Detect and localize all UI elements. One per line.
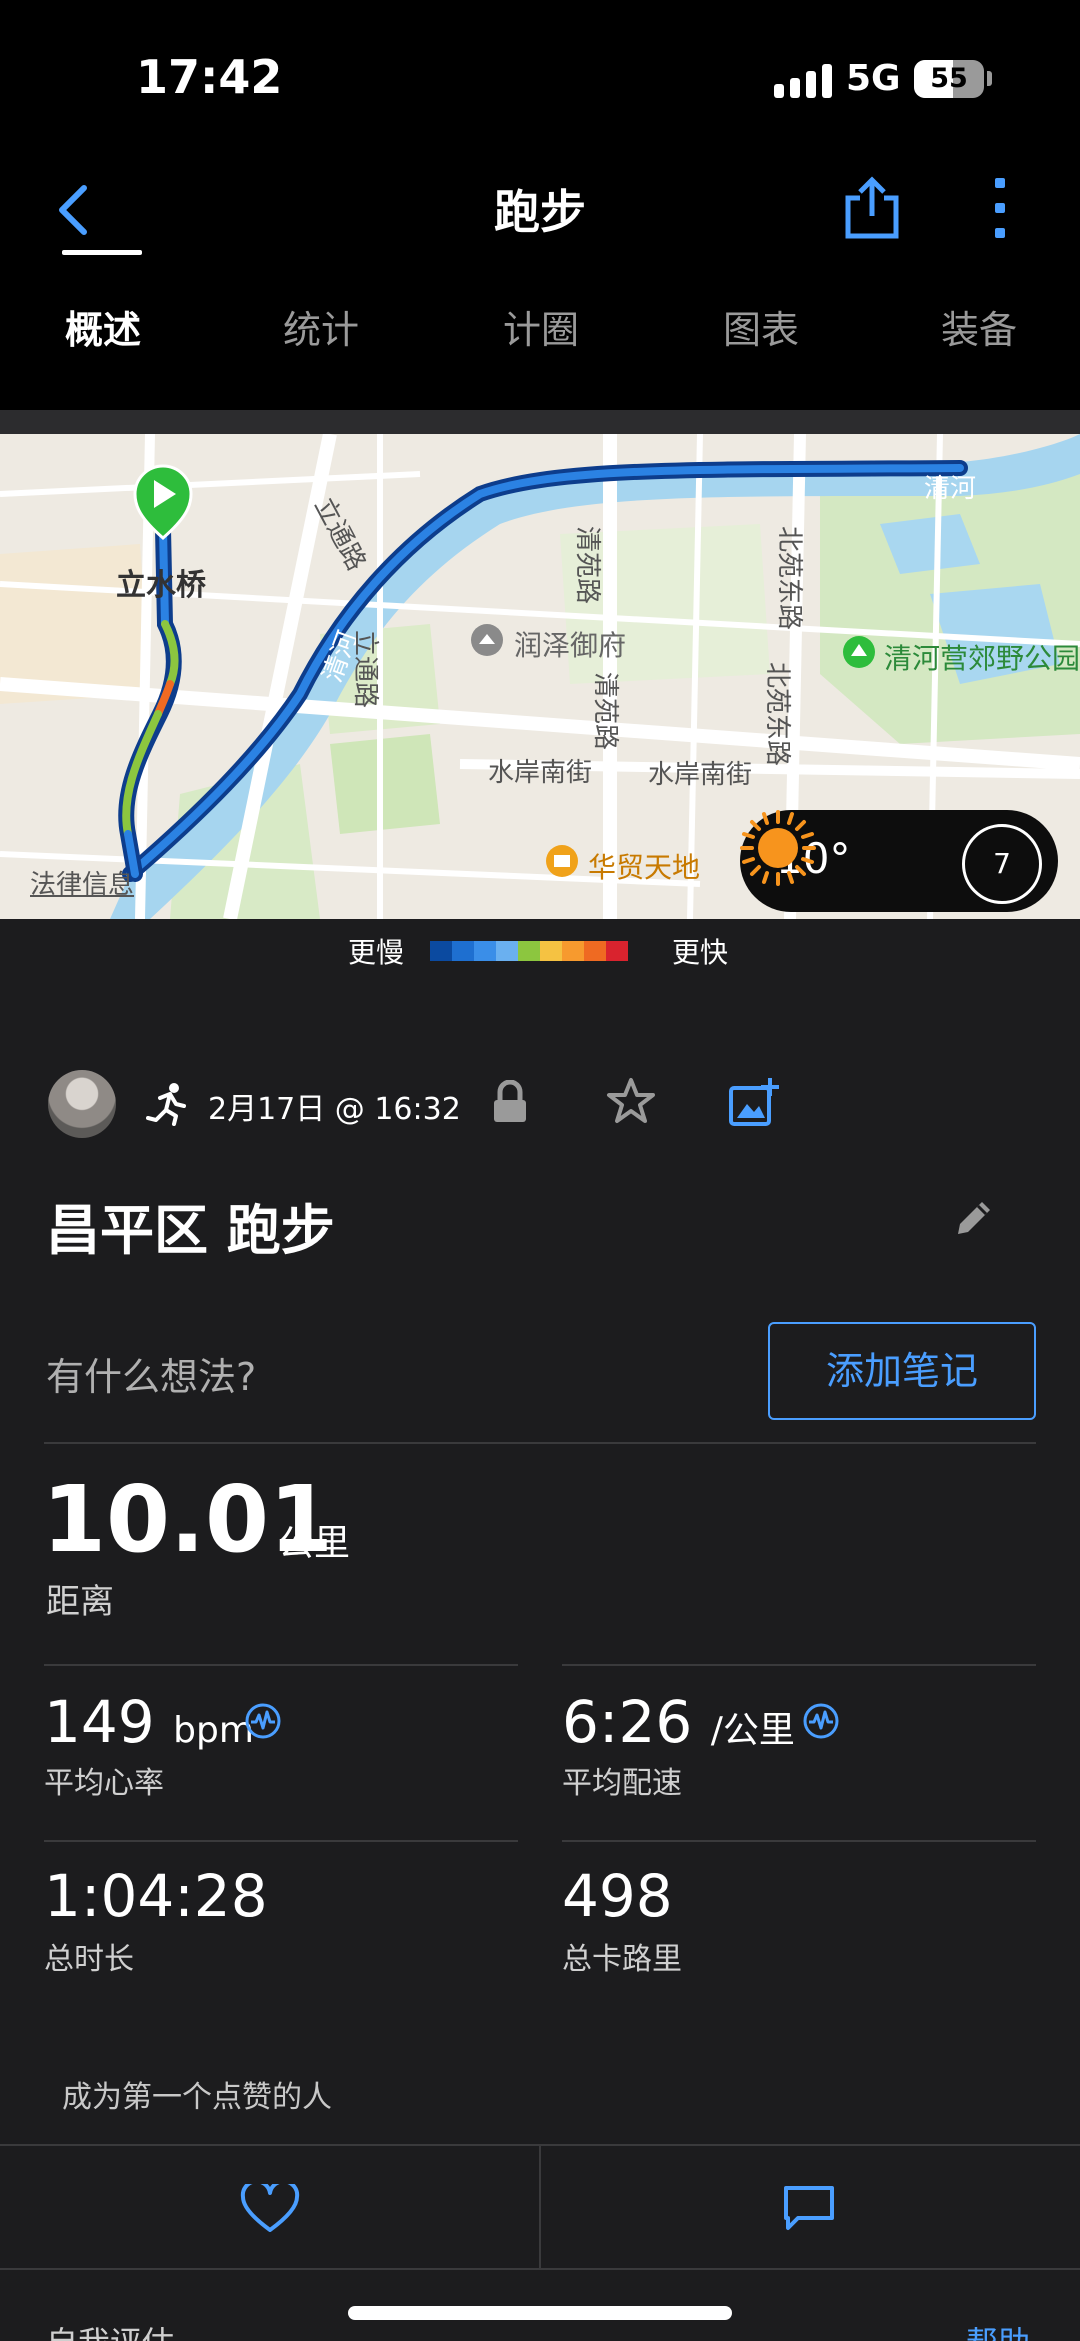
network-type: 5G [846,58,901,99]
heart-rate-unit: bpm [173,1710,254,1751]
edit-icon[interactable] [952,1196,996,1240]
heart-icon[interactable] [240,2184,300,2234]
pulse-icon[interactable] [244,1702,282,1740]
pace-stat: 6:26 /公里 [562,1688,795,1756]
add-photo-icon[interactable] [728,1076,780,1128]
legend-swatch [562,941,584,961]
status-time: 17:42 [136,50,283,104]
page-title: 跑步 [494,185,586,239]
map-label: 水岸南街 [488,758,593,788]
tab-underline [62,250,142,255]
heart-rate-stat: 149 bpm [44,1688,254,1756]
pace-legend: 更慢 更快 [0,919,1080,981]
pace-label: 平均配速 [562,1766,682,1801]
add-note-button[interactable]: 添加笔记 [768,1322,1036,1420]
self-evaluation-label: 自我评估 [46,2318,174,2341]
legend-swatch [540,941,562,961]
duration-label: 总时长 [44,1942,134,1977]
lock-icon[interactable] [490,1080,530,1124]
activity-page: 17:42 5G 55 跑步 概述 统计 计圈 图表 装备 立水桥 立通路 润泽… [0,0,1080,2341]
battery-icon: 55 [914,60,984,98]
action-divider [539,2146,541,2268]
activity-date: 2月17日 @ 16:32 [208,1092,461,1127]
route-map[interactable]: 立水桥 立通路 润泽御府 清苑路 清苑路 北苑东路 北苑东路 清河营郊野公园 水… [0,434,1080,919]
tab-bar: 概述 统计 计圈 图表 装备 [0,310,1080,410]
map-label: 北苑东路 [774,526,804,631]
pulse-icon[interactable] [802,1702,840,1740]
battery-tip [987,71,992,86]
map-label: 清苑路 [572,526,602,605]
nav-bar: 跑步 概述 统计 计圈 图表 装备 [0,150,1080,410]
tab-gear[interactable]: 装备 [938,310,1020,410]
wind-speed: 7 [962,824,1042,904]
legend-swatch [496,941,518,961]
map-label: 水岸南街 [648,760,753,790]
activity-name: 昌平区 跑步 [46,1199,335,1262]
signal-icon [774,62,832,98]
help-link[interactable]: 帮助 [966,2318,1030,2341]
legend-color-bar [430,941,628,961]
weather-badge: 10° 7 [740,810,1058,912]
tab-laps[interactable]: 计圈 [500,310,582,410]
avatar[interactable] [48,1070,116,1138]
thoughts-prompt[interactable]: 有什么想法? [46,1346,256,1401]
legend-swatch [584,941,606,961]
battery-level: 55 [930,63,968,94]
heart-rate-value: 149 [44,1688,155,1756]
nav-separator [0,410,1080,434]
legend-swatch [518,941,540,961]
pace-value: 6:26 [562,1688,693,1756]
likes-prompt: 成为第一个点赞的人 [62,2080,332,2115]
share-icon[interactable] [842,176,902,242]
map-label: 润泽御府 [514,629,627,662]
duration-value: 1:04:28 [44,1862,268,1930]
legend-faster: 更快 [672,936,729,969]
status-bar: 17:42 5G 55 [0,0,1080,150]
divider [44,1840,518,1842]
legend-slower: 更慢 [348,936,405,969]
tab-charts[interactable]: 图表 [720,310,802,410]
more-icon[interactable] [985,178,1015,242]
tab-overview[interactable]: 概述 [62,310,144,410]
divider [562,1840,1036,1842]
map-label: 清河营郊野公园 [884,642,1080,675]
map-label: 清河 [924,474,977,504]
pace-unit: /公里 [710,1710,795,1751]
legal-link[interactable]: 法律信息 [30,864,134,901]
home-indicator [348,2306,732,2320]
sun-icon [740,810,816,886]
action-bar [0,2144,1080,2270]
distance-label: 距离 [46,1582,114,1622]
map-label: 北苑东路 [762,662,792,767]
calories-value: 498 [562,1862,673,1930]
divider [562,1664,1036,1666]
divider [44,1664,518,1666]
map-label: 华贸天地 [588,851,701,884]
heart-rate-label: 平均心率 [44,1766,164,1801]
tab-stats[interactable]: 统计 [280,310,362,410]
distance-unit: 公里 [278,1523,351,1564]
running-icon [146,1083,186,1126]
legend-swatch [452,941,474,961]
calories-label: 总卡路里 [562,1942,682,1977]
divider [44,1442,1036,1444]
legend-swatch [430,941,452,961]
map-label: 清苑路 [590,672,620,751]
star-icon[interactable] [606,1076,656,1126]
comment-icon[interactable] [782,2184,836,2234]
map-label: 立水桥 [116,568,206,603]
map-label: 立通路 [350,630,380,709]
legend-swatch [474,941,496,961]
legend-swatch [606,941,628,961]
